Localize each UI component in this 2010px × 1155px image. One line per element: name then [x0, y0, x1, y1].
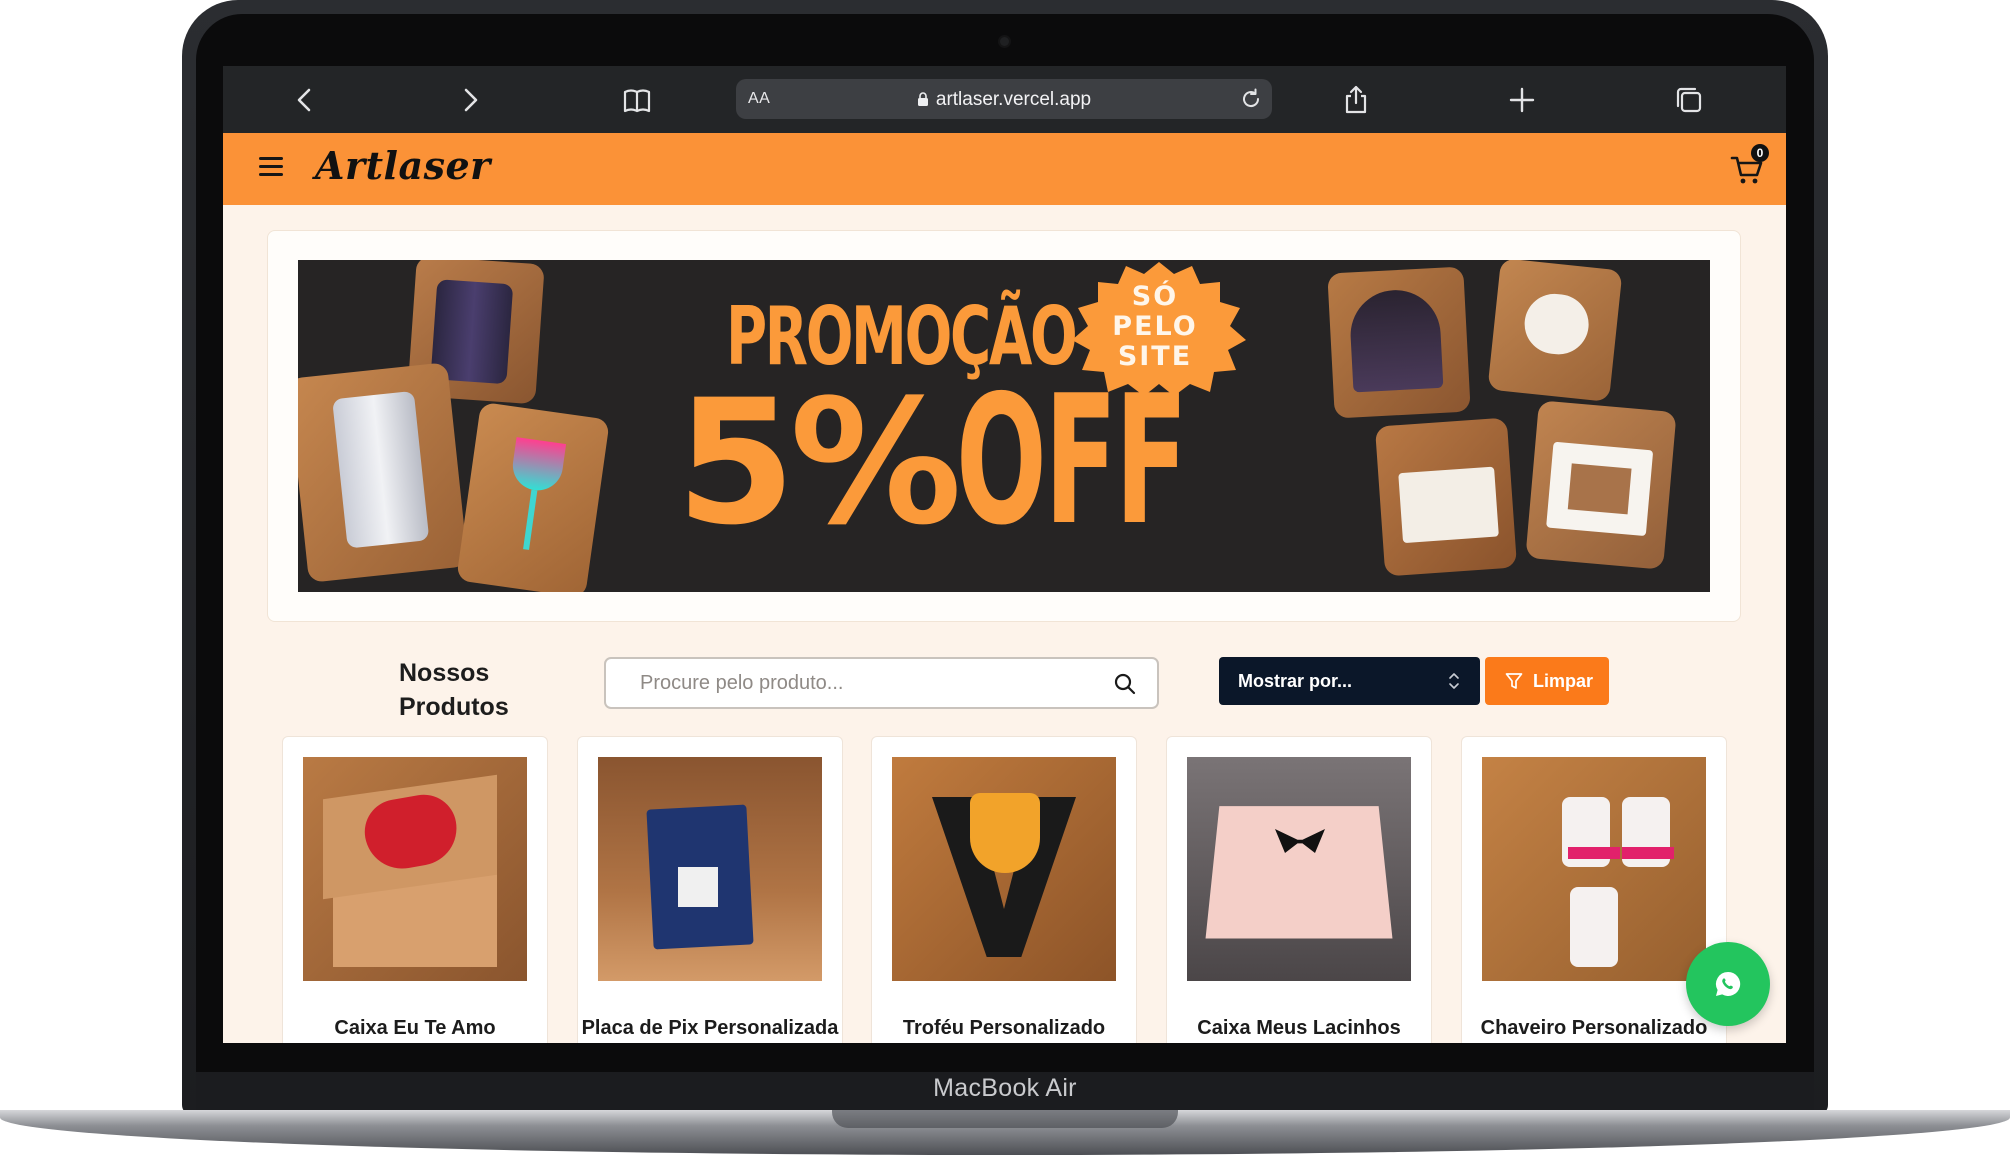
- section-title: Nossos Produtos: [399, 656, 509, 724]
- laptop-hinge-notch: [832, 1110, 1178, 1128]
- site-logo[interactable]: Artlaser: [315, 143, 491, 188]
- reload-icon[interactable]: [1238, 86, 1264, 112]
- product-card[interactable]: Caixa Eu Te Amo: [282, 736, 548, 1043]
- product-card[interactable]: Caixa Meus Lacinhos: [1166, 736, 1432, 1043]
- browser-toolbar: AA artlaser.vercel.app: [223, 66, 1786, 133]
- sort-label: Mostrar por...: [1238, 671, 1353, 691]
- product-image: [892, 757, 1116, 981]
- section-title-line-2: Produtos: [399, 693, 509, 721]
- whatsapp-icon: [1715, 971, 1741, 996]
- webcam: [1000, 37, 1009, 46]
- clear-filters-button[interactable]: Limpar: [1485, 657, 1609, 705]
- cart-count-badge: 0: [1751, 144, 1769, 162]
- search-box: [604, 657, 1159, 709]
- search-icon[interactable]: [1113, 672, 1137, 696]
- photo-teddy-plaque: [1487, 260, 1623, 403]
- product-name: Placa de Pix Personalizada: [581, 1017, 839, 1039]
- promo-discount: 5%OFF: [676, 372, 1339, 550]
- address-bar[interactable]: AA artlaser.vercel.app: [736, 79, 1272, 119]
- screen: AA artlaser.vercel.app Artlaser 0 PROMOÇ…: [223, 66, 1786, 1043]
- share-icon[interactable]: [1340, 84, 1372, 116]
- product-image: [598, 757, 822, 981]
- photo-love-frame: [1525, 400, 1677, 570]
- url-display[interactable]: artlaser.vercel.app: [736, 89, 1272, 111]
- filter-icon: [1505, 673, 1523, 689]
- product-name: Troféu Personalizado: [902, 1017, 1106, 1039]
- clear-label: Limpar: [1533, 671, 1594, 691]
- lock-icon: [917, 92, 928, 106]
- product-name: Chaveiro Personalizado: [1480, 1017, 1708, 1039]
- photo-wine-glass: [456, 401, 610, 592]
- discount-suffix: OFF: [956, 357, 1188, 564]
- discount-value: 5%: [676, 362, 962, 563]
- forward-icon[interactable]: [454, 84, 486, 116]
- section-title-line-1: Nossos: [399, 659, 490, 687]
- back-icon[interactable]: [289, 84, 321, 116]
- badge-line-1: SÓ: [1131, 281, 1179, 312]
- product-image: [1482, 757, 1706, 981]
- search-input[interactable]: [606, 659, 1157, 707]
- product-name: Caixa Eu Te Amo: [334, 1017, 496, 1039]
- product-name: Caixa Meus Lacinhos: [1197, 1017, 1401, 1039]
- badge-line-2: PELO: [1112, 311, 1198, 342]
- product-image: [1187, 757, 1411, 981]
- url-text: artlaser.vercel.app: [935, 89, 1092, 110]
- sort-select[interactable]: Mostrar por...: [1219, 657, 1480, 705]
- new-tab-icon[interactable]: [1506, 84, 1538, 116]
- tabs-overview-icon[interactable]: [1673, 84, 1705, 116]
- product-image: [303, 757, 527, 981]
- site-header: Artlaser 0: [223, 133, 1786, 205]
- photo-tumbler-white: [298, 362, 469, 583]
- device-label: MacBook Air: [933, 1074, 1077, 1102]
- chevron-updown-icon: [1449, 673, 1459, 689]
- menu-icon[interactable]: [259, 157, 283, 177]
- bookmarks-icon[interactable]: [621, 84, 653, 116]
- promo-banner[interactable]: PROMOÇÃO SÓ PELO SITE 5%OFF: [298, 260, 1710, 592]
- product-card[interactable]: Troféu Personalizado: [871, 736, 1137, 1043]
- photo-trophies: [1327, 266, 1471, 419]
- whatsapp-button[interactable]: [1686, 942, 1770, 1026]
- product-card[interactable]: Placa de Pix Personalizada: [577, 736, 843, 1043]
- photo-gift-box: [1374, 417, 1518, 577]
